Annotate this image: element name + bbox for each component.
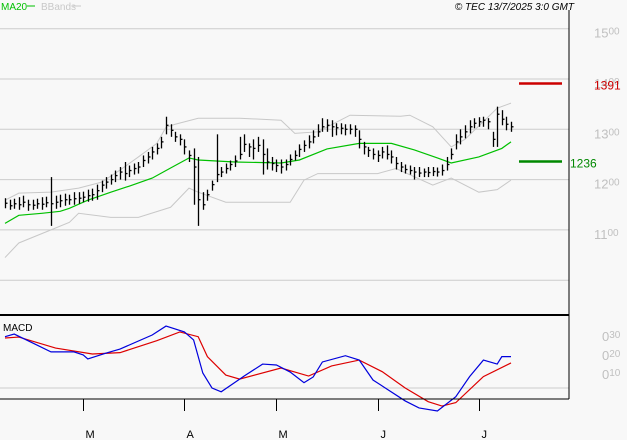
copyright-timestamp: © TEC 13/7/2025 3:0 GMT	[455, 2, 575, 13]
month-tick-label: A	[187, 429, 195, 440]
resistance-level-label: 1391	[594, 79, 621, 93]
stock-chart: 1500140013001200110003002001013911236MAC…	[0, 0, 627, 440]
month-tick-label: J	[482, 429, 488, 440]
support-level-label: 1236	[570, 156, 597, 170]
legend-ma20: MA20	[1, 2, 28, 13]
macd-title: MACD	[3, 323, 32, 334]
month-tick-label: M	[279, 429, 288, 440]
month-tick-label: M	[86, 429, 95, 440]
month-tick-label: J	[381, 429, 387, 440]
legend-bbands: BBands	[41, 2, 76, 13]
